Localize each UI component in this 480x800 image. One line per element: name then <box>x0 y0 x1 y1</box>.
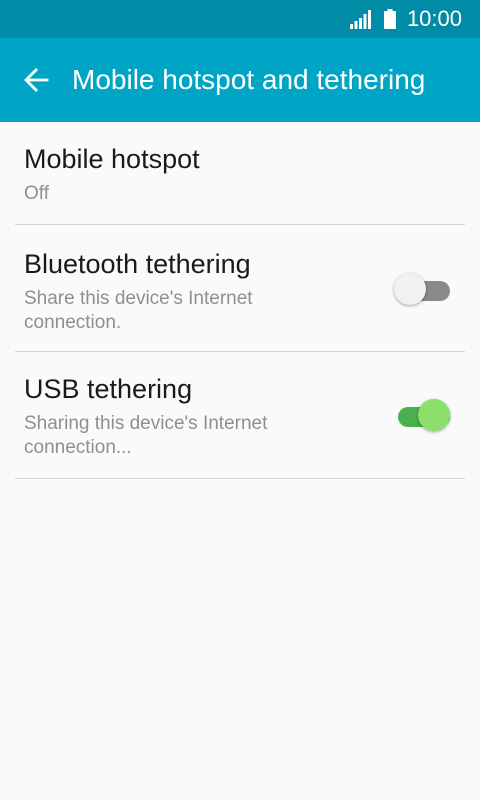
usb-tethering-item[interactable]: USB tethering Sharing this device's Inte… <box>15 352 465 479</box>
status-bar: 10:00 <box>0 0 480 38</box>
bluetooth-tethering-summary: Share this device's Internet connection. <box>24 288 253 333</box>
bluetooth-tethering-title: Bluetooth tethering <box>24 249 251 279</box>
back-button[interactable] <box>16 60 56 100</box>
signal-icon <box>349 10 371 29</box>
status-time: 10:00 <box>406 6 462 31</box>
usb-tethering-switch[interactable] <box>394 399 452 435</box>
mobile-hotspot-item[interactable]: Mobile hotspot Off <box>15 122 465 225</box>
bluetooth-tethering-switch[interactable] <box>394 273 452 309</box>
arrow-back-icon <box>24 68 49 92</box>
usb-tethering-summary: Sharing this device's Internet connectio… <box>24 413 268 458</box>
settings-list: Mobile hotspot Off Bluetooth tethering S… <box>0 122 480 479</box>
bluetooth-tethering-item[interactable]: Bluetooth tethering Share this device's … <box>15 225 465 352</box>
mobile-hotspot-title: Mobile hotspot <box>24 144 200 174</box>
switch-thumb <box>418 399 450 431</box>
status-icons: 10:00 <box>349 0 462 38</box>
switch-thumb <box>394 273 426 305</box>
page-title: Mobile hotspot and tethering <box>72 64 426 95</box>
app-bar: Mobile hotspot and tethering <box>0 38 480 122</box>
mobile-hotspot-status: Off <box>24 183 49 204</box>
usb-tethering-title: USB tethering <box>24 374 193 404</box>
battery-icon <box>383 9 396 29</box>
